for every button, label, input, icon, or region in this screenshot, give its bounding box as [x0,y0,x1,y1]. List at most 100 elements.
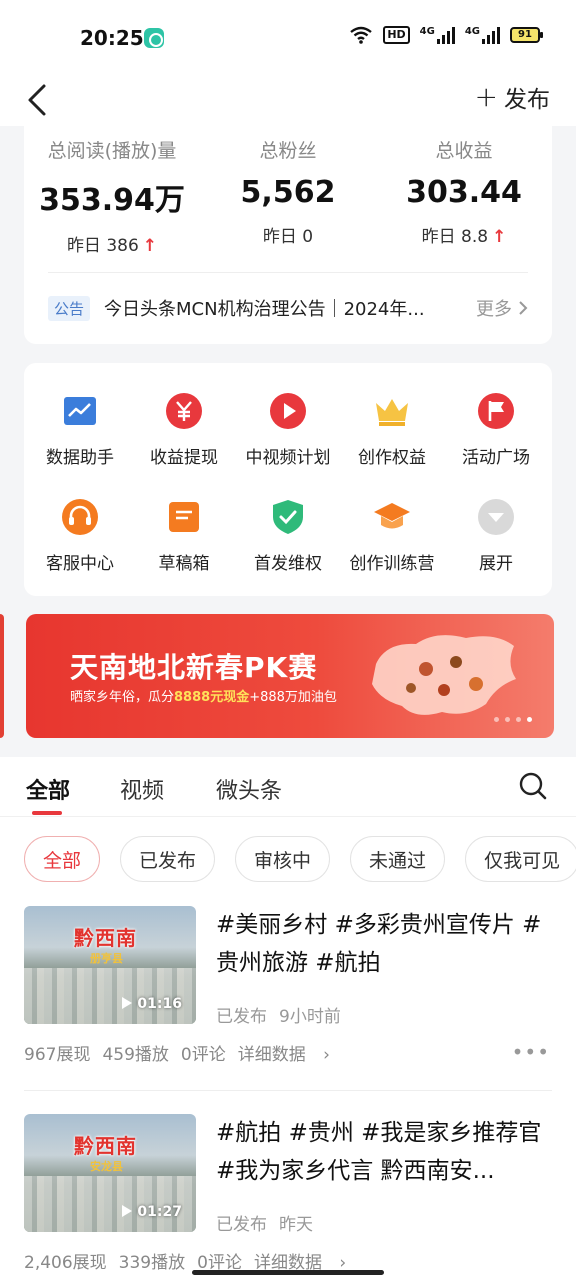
tab-micro-headline[interactable]: 微头条 [216,773,282,805]
filter-reviewing[interactable]: 审核中 [235,836,331,882]
post-title[interactable]: #航拍 #贵州 #我是家乡推荐官 #我为家乡代言 黔西南安... [216,1114,552,1190]
play-icon [268,391,308,431]
filter-published[interactable]: 已发布 [120,836,216,882]
tool-label: 首发维权 [254,554,322,574]
stat-label: 总阅读(播放)量 [47,140,177,162]
announcement-more-link[interactable]: 更多 [476,295,528,321]
stat-value: 353.94万 [39,183,185,218]
top-nav: + 发布 [0,76,576,126]
tool-data-assistant[interactable]: 数据助手 [28,391,132,468]
stat-value: 303.44 [406,175,522,210]
active-tab-indicator [32,811,62,815]
crown-icon [372,391,412,431]
impressions-count: 2,406展现 [24,1253,107,1273]
post-stats: 967展现 459播放 0评论 详细数据 › [24,1040,342,1065]
divider [24,1090,552,1091]
chevron-right-icon [519,301,528,315]
tool-customer-service[interactable]: 客服中心 [28,497,132,574]
plays-count: 459播放 [102,1045,169,1065]
thumbnail-subtitle: 安龙县 [90,1160,123,1173]
up-arrow-icon: ↑ [142,236,158,256]
filter-all[interactable]: 全部 [24,836,101,882]
divider [48,272,528,273]
video-thumbnail[interactable]: 黔西南 安龙县 01:27 [24,1114,196,1232]
chevron-down-icon [476,497,516,537]
detail-data-link[interactable]: 详细数据 › [238,1045,330,1065]
shield-icon [268,497,308,537]
tool-label: 收益提现 [150,448,218,468]
post-meta: 已发布 昨天 [216,1215,313,1235]
stat-total-earnings[interactable]: 总收益 303.44 昨日 8.8 ↑ [376,136,552,247]
tool-label: 活动广场 [462,448,530,468]
post-meta: 已发布 9小时前 [216,1007,341,1027]
flag-icon [476,391,516,431]
tool-drafts[interactable]: 草稿箱 [132,497,236,574]
filter-rejected[interactable]: 未通过 [350,836,446,882]
announcement-tag: 公告 [48,295,91,321]
play-icon [122,1205,133,1217]
graduation-cap-icon [372,497,412,537]
signal-icon-2: 4G [465,26,500,44]
banner-subtitle: 晒家乡年俗，瓜分8888元现金+888万加油包 [70,690,337,705]
home-indicator[interactable] [192,1270,384,1275]
stat-total-fans[interactable]: 总粉丝 5,562 昨日 0 [200,136,376,247]
more-options-icon[interactable]: ••• [512,1040,550,1064]
tool-label: 展开 [479,554,513,574]
status-icons: HD 4G 4G 91 [349,26,543,44]
thumbnail-title: 黔西南 [74,1134,137,1158]
video-duration: 01:27 [122,1204,182,1220]
tool-earnings-withdraw[interactable]: 收益提现 [132,391,236,468]
status-bar: 20:25 HD 4G 4G 91 [0,0,576,76]
tab-all[interactable]: 全部 [26,773,70,805]
battery-icon: 91 [510,27,543,43]
plays-count: 339播放 [118,1253,186,1273]
search-icon[interactable] [518,771,548,801]
stat-label: 总收益 [435,140,493,162]
hd-icon: HD [383,26,410,44]
stat-yesterday: 昨日 0 [262,227,314,247]
tool-expand[interactable]: 展开 [444,497,548,574]
video-thumbnail[interactable]: 黔西南 册亨县 01:16 [24,906,196,1024]
tool-training-camp[interactable]: 创作训练营 [340,497,444,574]
up-arrow-icon: ↑ [492,227,507,247]
post-title[interactable]: #美丽乡村 #多彩贵州宣传片 #贵州旅游 #航拍 [216,906,552,982]
signal-icon: 4G [420,26,455,44]
stat-total-reads[interactable]: 总阅读(播放)量 353.94万 昨日 386 ↑ [24,136,200,256]
stat-label: 总粉丝 [259,140,317,162]
china-map-illustration [356,624,526,724]
back-button[interactable] [24,82,54,118]
announcement-text: 今日头条MCN机构治理公告｜2024年... [104,299,425,320]
yuan-icon [164,391,204,431]
tool-label: 中视频计划 [245,448,331,468]
impressions-count: 967展现 [24,1045,91,1065]
banner-carousel[interactable]: 天南地北新春PK赛 晒家乡年俗，瓜分8888元现金+888万加油包 [0,614,576,738]
stat-yesterday: 昨日 8.8 [421,227,489,247]
tool-creator-benefits[interactable]: 创作权益 [340,391,444,468]
carousel-dots [494,717,532,722]
announcement-bar[interactable]: 公告 今日头条MCN机构治理公告｜2024年... 更多 [48,294,528,322]
status-time: 20:25 [80,26,144,50]
headset-icon [60,497,100,537]
chart-icon [60,391,100,431]
banner[interactable]: 天南地北新春PK赛 晒家乡年俗，瓜分8888元现金+888万加油包 [26,614,554,738]
tool-label: 创作训练营 [349,554,435,574]
banner-title: 天南地北新春PK赛 [70,651,318,684]
tool-mid-video-plan[interactable]: 中视频计划 [236,391,340,468]
play-icon [122,997,133,1009]
notification-app-icon [144,28,164,48]
tool-label: 客服中心 [46,554,114,574]
publish-button[interactable]: + 发布 [475,80,550,114]
wifi-icon [349,26,373,44]
tool-label: 数据助手 [46,448,114,468]
tab-video[interactable]: 视频 [120,773,164,805]
tool-label: 创作权益 [358,448,426,468]
comments-count: 0评论 [180,1045,226,1065]
publish-label: 发布 [504,87,550,113]
tool-original-protection[interactable]: 首发维权 [236,497,340,574]
content-tabs: 全部 视频 微头条 [0,757,576,817]
plus-icon: + [474,80,498,113]
thumbnail-subtitle: 册亨县 [90,952,123,965]
filter-private[interactable]: 仅我可见 [465,836,576,882]
status-filters: 全部 已发布 审核中 未通过 仅我可见 [24,836,576,882]
tool-activity-plaza[interactable]: 活动广场 [444,391,548,468]
